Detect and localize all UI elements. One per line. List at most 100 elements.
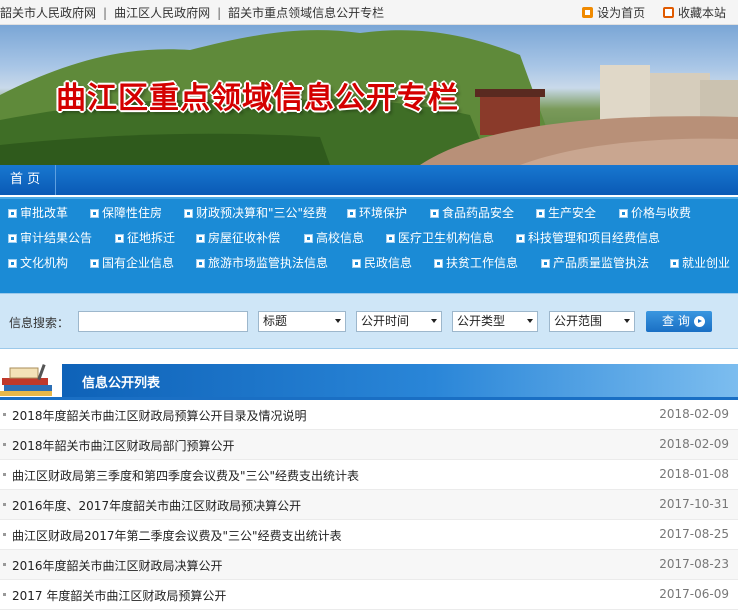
query-button[interactable]: 查 询 [646, 311, 712, 332]
item-title[interactable]: 曲江区财政局2017年第二季度会议费及"三公"经费支出统计表 [12, 527, 342, 544]
list-title-bar [62, 364, 738, 397]
banner: 曲江区重点领域信息公开专栏 [0, 25, 738, 165]
category-item[interactable]: 医疗卫生机构信息 [386, 226, 494, 251]
list-item[interactable]: 曲江区财政局第三季度和第四季度会议费及"三公"经费支出统计表 2018-01-08 [0, 460, 738, 490]
item-title[interactable]: 曲江区财政局第三季度和第四季度会议费及"三公"经费支出统计表 [12, 467, 359, 484]
item-date: 2018-02-09 [659, 437, 729, 451]
set-home-label: 设为首页 [597, 6, 646, 20]
item-title[interactable]: 2016年度、2017年度韶关市曲江区财政局预决算公开 [12, 497, 301, 514]
chevron-down-icon [624, 319, 630, 323]
separator: | [103, 6, 108, 20]
category-item[interactable]: 房屋征收补偿 [196, 226, 280, 251]
bullet-icon [670, 259, 679, 268]
item-date: 2018-01-08 [659, 467, 729, 481]
link-key-areas-column[interactable]: 韶关市重点领域信息公开专栏 [228, 6, 384, 20]
list-item[interactable]: 2017 年度韶关市曲江区财政局预算公开 2017-06-09 [0, 580, 738, 610]
list-item[interactable]: 2016年度韶关市曲江区财政局决算公开 2017-08-23 [0, 550, 738, 580]
scope-select[interactable]: 公开范围 [549, 311, 635, 332]
bullet-icon [8, 259, 17, 268]
bullet-icon [536, 209, 545, 218]
item-title[interactable]: 2016年度韶关市曲江区财政局决算公开 [12, 557, 223, 574]
bullet-icon [196, 234, 205, 243]
category-label: 产品质量监管执法 [553, 256, 650, 270]
separator: | [217, 6, 222, 20]
search-label: 信息搜索： [9, 316, 70, 330]
category-item[interactable]: 环境保护 [347, 201, 407, 226]
item-title[interactable]: 2018年韶关市曲江区财政局部门预算公开 [12, 437, 235, 454]
category-label: 生产安全 [548, 206, 597, 220]
category-item[interactable]: 审批改革 [8, 201, 68, 226]
field-select[interactable]: 标题 [258, 311, 346, 332]
bookmark-link[interactable]: 收藏本站 [662, 6, 726, 20]
banner-title: 曲江区重点领域信息公开专栏 [56, 81, 459, 116]
info-list: 2018年度韶关市曲江区财政局预算公开目录及情况说明 2018-02-09 201… [0, 400, 738, 610]
category-label: 价格与收费 [631, 206, 692, 220]
time-select-value: 公开时间 [361, 314, 410, 328]
type-select-value: 公开类型 [457, 314, 506, 328]
category-item[interactable]: 审计结果公告 [8, 226, 92, 251]
chevron-down-icon [527, 319, 533, 323]
search-input[interactable] [78, 311, 248, 332]
link-shaoguan-gov[interactable]: 韶关市人民政府网 [0, 6, 96, 20]
link-qujiang-gov[interactable]: 曲江区人民政府网 [114, 6, 210, 20]
bullet-icon [90, 209, 99, 218]
category-item[interactable]: 就业创业 [670, 251, 730, 276]
category-label: 食品药品安全 [442, 206, 515, 220]
list-item[interactable]: 2016年度、2017年度韶关市曲江区财政局预决算公开 2017-10-31 [0, 490, 738, 520]
bullet-icon [196, 259, 205, 268]
nav-home[interactable]: 首 页 [0, 165, 56, 195]
bullet-icon [8, 209, 17, 218]
category-item[interactable]: 高校信息 [304, 226, 364, 251]
chevron-down-icon [335, 319, 341, 323]
category-item[interactable]: 旅游市场监管执法信息 [196, 251, 328, 276]
bullet-icon [3, 533, 6, 536]
item-title[interactable]: 2018年度韶关市曲江区财政局预算公开目录及情况说明 [12, 407, 307, 424]
bookmark-label: 收藏本站 [677, 6, 726, 20]
category-item[interactable]: 科技管理和项目经费信息 [516, 226, 660, 251]
category-label: 医疗卫生机构信息 [398, 231, 495, 245]
bullet-icon [3, 443, 6, 446]
set-home-link[interactable]: 设为首页 [582, 6, 645, 20]
list-header: 信息公开列表 [0, 360, 738, 400]
bullet-icon [434, 259, 443, 268]
top-right-links: 设为首页 收藏本站 [568, 4, 726, 21]
category-item[interactable]: 征地拆迁 [115, 226, 175, 251]
chevron-down-icon [431, 319, 437, 323]
category-item[interactable]: 扶贫工作信息 [434, 251, 518, 276]
category-label: 征地拆迁 [127, 231, 176, 245]
category-panel: 审批改革 保障性住房 财政预决算和"三公"经费 环境保护 食品药品安全 生产安全… [0, 197, 738, 293]
category-label: 就业创业 [682, 256, 731, 270]
bullet-icon [304, 234, 313, 243]
category-label: 审计结果公告 [20, 231, 93, 245]
category-item[interactable]: 产品质量监管执法 [541, 251, 649, 276]
category-item[interactable]: 国有企业信息 [90, 251, 174, 276]
bullet-icon [430, 209, 439, 218]
category-item[interactable]: 生产安全 [536, 201, 596, 226]
category-label: 国有企业信息 [102, 256, 175, 270]
bookmark-icon [662, 7, 674, 18]
category-item[interactable]: 价格与收费 [619, 201, 691, 226]
category-item[interactable]: 保障性住房 [90, 201, 162, 226]
category-item[interactable]: 财政预决算和"三公"经费 [184, 201, 327, 226]
category-item[interactable]: 民政信息 [352, 251, 412, 276]
bullet-icon [3, 563, 6, 566]
bullet-icon [184, 209, 193, 218]
list-item[interactable]: 曲江区财政局2017年第二季度会议费及"三公"经费支出统计表 2017-08-25 [0, 520, 738, 550]
time-select[interactable]: 公开时间 [356, 311, 442, 332]
bullet-icon [347, 209, 356, 218]
type-select[interactable]: 公开类型 [452, 311, 538, 332]
bullet-icon [3, 413, 6, 416]
list-item[interactable]: 2018年韶关市曲江区财政局部门预算公开 2018-02-09 [0, 430, 738, 460]
bullet-icon [3, 593, 6, 596]
field-select-value: 标题 [263, 314, 288, 328]
top-bar: 韶关市人民政府网 | 曲江区人民政府网 | 韶关市重点领域信息公开专栏 设为首页 收藏本… [0, 0, 738, 25]
category-item[interactable]: 文化机构 [8, 251, 68, 276]
list-item[interactable]: 2018年度韶关市曲江区财政局预算公开目录及情况说明 2018-02-09 [0, 400, 738, 430]
category-item[interactable]: 食品药品安全 [430, 201, 514, 226]
bullet-icon [3, 473, 6, 476]
item-title[interactable]: 2017 年度韶关市曲江区财政局预算公开 [12, 587, 226, 604]
bullet-icon [541, 259, 550, 268]
category-label: 科技管理和项目经费信息 [528, 231, 661, 245]
bullet-icon [90, 259, 99, 268]
main-nav: 首 页 [0, 165, 738, 195]
